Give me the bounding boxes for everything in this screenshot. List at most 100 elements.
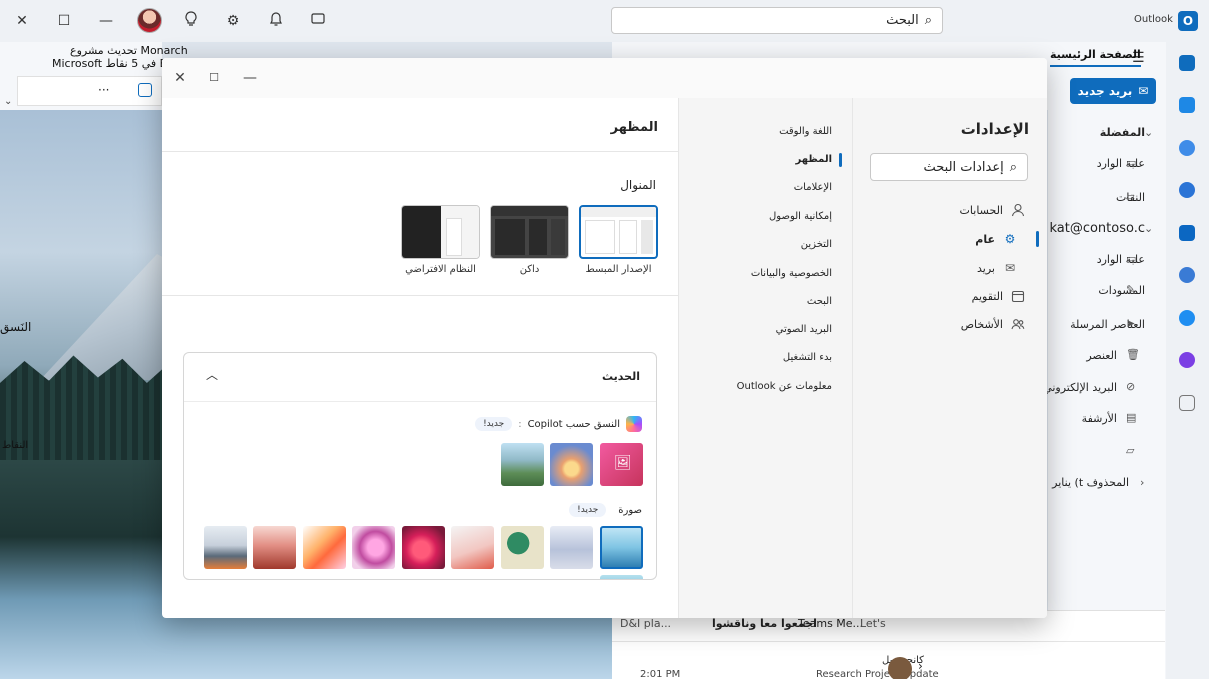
tab-home[interactable]: الصفحة الرئيسية <box>1050 48 1141 67</box>
image-theme-swatch-selected[interactable] <box>600 526 643 569</box>
copilot-theme-swatch[interactable] <box>550 443 593 486</box>
settings-nav-accounts[interactable]: الحسابات <box>960 199 1025 221</box>
app-brand: Outlook <box>1134 14 1173 25</box>
chevron-up-icon[interactable]: ︿ <box>206 366 218 383</box>
feedback-icon[interactable] <box>308 11 328 31</box>
left-note-line1: تحديث مشروع Monarch <box>70 44 188 57</box>
gear-icon[interactable]: ⚙ <box>223 11 243 31</box>
subnav-language[interactable]: اللغة والوقت <box>779 126 832 137</box>
apps-rail-icon[interactable] <box>1179 395 1195 411</box>
folder-deleted[interactable]: العنصر <box>1086 349 1117 362</box>
folder-drafts[interactable]: المسودات <box>1098 284 1145 297</box>
minimize-icon[interactable]: — <box>240 68 260 88</box>
bell-icon[interactable] <box>266 11 286 31</box>
folder-pane <box>1048 110 1166 679</box>
new-badge: جديد! <box>475 417 513 431</box>
image-theme-swatch[interactable] <box>501 526 544 569</box>
minimize-icon[interactable]: — <box>96 11 116 31</box>
settings-dialog: ✕ ☐ — الإعدادات إعدادات البحث ⌕ الحسابات… <box>162 58 1047 618</box>
mode-dark-thumbnail[interactable] <box>490 205 569 259</box>
left-label: النَسق <box>0 320 32 334</box>
image-theme-swatch[interactable] <box>402 526 445 569</box>
chevron-right-icon: › <box>1140 476 1145 489</box>
subnav-appearance[interactable]: المظهر <box>796 154 832 165</box>
left-toolbar: ··· <box>17 76 162 106</box>
message-preview[interactable]: D&I pla... <box>620 617 671 630</box>
people-rail-icon[interactable] <box>1179 140 1195 156</box>
org-rail-icon[interactable] <box>1179 267 1195 283</box>
copilot-create-theme-button[interactable]: 🖼 <box>600 443 643 486</box>
close-icon[interactable]: ✕ <box>170 68 190 88</box>
new-mail-button[interactable]: بريد جديد ✉ <box>1070 78 1156 104</box>
grid-icon[interactable] <box>138 83 152 97</box>
image-theme-swatch[interactable] <box>451 526 494 569</box>
copilot-rail-icon[interactable] <box>1179 352 1195 368</box>
copilot-theme-row: النسق حسب Copilot : جديد! <box>475 416 642 432</box>
settings-nav-mail[interactable]: ✉ بريد <box>977 257 1017 279</box>
mode-light-label: الإصدار المبسط <box>585 264 652 275</box>
mode-system-thumbnail[interactable] <box>401 205 480 259</box>
settings-nav-general[interactable]: ⚙ عام <box>975 228 1017 250</box>
image-section-label: صورة <box>618 504 642 516</box>
chevron-down-icon: ⌄ <box>1144 126 1154 139</box>
subnav-startup[interactable]: بدء التشغيل <box>783 352 832 363</box>
pencil-icon: ✎ <box>1126 283 1136 296</box>
subnav-accessibility[interactable]: إمكانية الوصول <box>769 211 832 222</box>
image-theme-swatch[interactable] <box>303 526 346 569</box>
onedrive-rail-icon[interactable] <box>1179 310 1195 326</box>
nav-label: التقويم <box>971 289 1003 303</box>
theme-card-title: الحديث <box>602 370 640 383</box>
subnav-privacy[interactable]: الخصوصية والبيانات <box>751 268 832 279</box>
todo-rail-icon[interactable] <box>1179 225 1195 241</box>
lightbulb-icon[interactable] <box>181 11 201 31</box>
subnav-storage[interactable]: التخزين <box>801 239 832 250</box>
copilot-icon <box>626 416 642 432</box>
avatar[interactable] <box>137 8 162 33</box>
image-theme-swatch[interactable] <box>253 526 296 569</box>
trash-icon: 🗑 <box>1126 348 1140 361</box>
image-theme-swatch[interactable] <box>352 526 395 569</box>
settings-subnav: اللغة والوقت المظهر الإعلامات إمكانية ال… <box>678 98 852 618</box>
folder-deleted-jan[interactable]: المحذوف t) يناير <box>1052 476 1129 489</box>
image-theme-swatch[interactable] <box>600 575 643 579</box>
folder-archive[interactable]: الأرشفة <box>1082 412 1117 425</box>
folder-inbox-fav[interactable]: علبة الوارد <box>1097 157 1145 170</box>
dialog-titlebar: ✕ ☐ — <box>162 58 1047 98</box>
subnav-search[interactable]: البحث <box>807 296 832 307</box>
subnav-notifications[interactable]: الإعلامات <box>794 182 832 193</box>
message-preview[interactable]: Let's <box>860 617 886 630</box>
groups-rail-icon[interactable] <box>1179 182 1195 198</box>
subnav-about[interactable]: معلومات عن Outlook <box>737 381 832 392</box>
settings-nav-people[interactable]: الأشخاص <box>961 313 1025 335</box>
message-preview[interactable]: Teams Me... <box>798 617 863 630</box>
folder-favorites[interactable]: المفضلة <box>1100 126 1145 139</box>
search-placeholder: البحث <box>886 13 919 28</box>
inbox-icon: ▭ <box>1126 252 1137 265</box>
maximize-icon[interactable]: ☐ <box>204 68 224 88</box>
maximize-icon[interactable]: ☐ <box>54 11 74 31</box>
people-icon <box>1011 317 1025 331</box>
settings-title: الإعدادات <box>960 120 1029 138</box>
mail-icon: ✉ <box>1004 261 1016 275</box>
nav-label: بريد <box>977 261 995 275</box>
left-label: النقاط <box>2 440 29 451</box>
chevron-right-icon[interactable]: › <box>918 659 923 673</box>
search-input[interactable]: البحث ⌕ <box>611 7 943 34</box>
settings-nav-calendar[interactable]: التقويم <box>972 285 1025 307</box>
settings-search-input[interactable]: إعدادات البحث ⌕ <box>870 153 1028 181</box>
mode-light-thumbnail[interactable] <box>579 205 658 259</box>
image-theme-swatch[interactable] <box>550 526 593 569</box>
folder-account[interactable]: kat@contoso.c <box>1049 221 1145 236</box>
close-icon[interactable]: ✕ <box>12 11 32 31</box>
chevron-down-icon[interactable]: ⌄ <box>4 96 12 107</box>
image-theme-swatch[interactable] <box>204 526 247 569</box>
subnav-selection-indicator <box>839 153 842 167</box>
message-list: D&I pla... اجمعوا معا وناقشوا Teams Me..… <box>612 610 1165 679</box>
subnav-voicemail[interactable]: البريد الصوتي <box>776 324 832 335</box>
calendar-rail-icon[interactable] <box>1179 97 1195 113</box>
folder-inbox[interactable]: علبة الوارد <box>1097 253 1145 266</box>
more-icon[interactable]: ··· <box>98 83 109 97</box>
divider <box>162 295 678 296</box>
mail-rail-icon[interactable] <box>1179 55 1195 71</box>
copilot-theme-swatch[interactable] <box>501 443 544 486</box>
